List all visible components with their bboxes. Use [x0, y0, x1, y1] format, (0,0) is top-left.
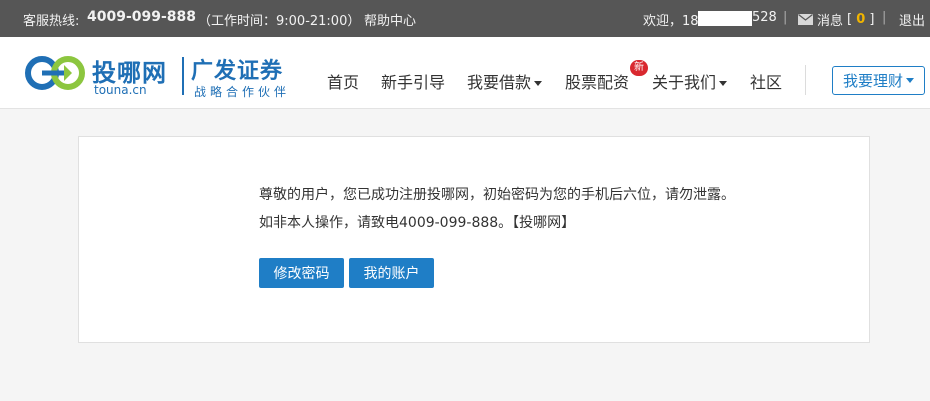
invest-button-label: 我要理财 — [842, 72, 903, 90]
separator: | — [882, 10, 887, 25]
nav-item-about[interactable]: 关于我们 — [652, 69, 728, 93]
chevron-down-icon — [906, 78, 914, 83]
site-logo[interactable]: 投哪网 touna.cn 广发证券 战略合作伙伴 — [24, 53, 296, 99]
service-hours: （工作时间：9:00-21:00） — [198, 14, 361, 29]
messages-link[interactable]: 消息 [ 0 ] — [798, 10, 875, 29]
nav-item-beginner-guide[interactable]: 新手引导 — [381, 69, 445, 93]
logout-link[interactable]: 退出 — [899, 10, 925, 29]
logo-mark-icon — [25, 56, 85, 90]
hotline-number: 4009-099-888 — [87, 9, 197, 25]
chevron-down-icon — [719, 81, 728, 86]
top-bar: 客服热线: 4009-099-888 （工作时间：9:00-21:00） 帮助中… — [0, 0, 930, 37]
change-password-button[interactable]: 修改密码 — [259, 258, 344, 288]
nav-item-home[interactable]: 首页 — [327, 69, 359, 93]
partner-subtitle: 战略合作伙伴 — [194, 85, 291, 99]
messages-label: 消息 — [817, 14, 844, 29]
messages-count: 0 — [856, 12, 866, 27]
success-message: 尊敬的用户，您已成功注册投哪网，初始密码为您的手机后六位，请勿泄露。 — [259, 187, 735, 203]
nav-item-borrow[interactable]: 我要借款 — [467, 69, 543, 93]
invest-button[interactable]: 我要理财 — [832, 66, 925, 95]
my-account-button[interactable]: 我的账户 — [349, 258, 434, 288]
masked-phone — [698, 11, 752, 26]
nav-divider — [805, 65, 806, 95]
contact-message: 如非本人操作，请致电4009-099-888。【投哪网】 — [259, 215, 576, 231]
main-header: 投哪网 touna.cn 广发证券 战略合作伙伴 首页 新手引导 我要借款 股票… — [0, 37, 930, 109]
welcome-prefix: 欢迎，18 — [643, 14, 699, 29]
nav-item-stock-margin[interactable]: 股票配资 — [565, 69, 629, 93]
chevron-down-icon — [534, 81, 543, 86]
mail-icon — [798, 14, 813, 25]
welcome-suffix: 528 — [752, 10, 777, 25]
partner-name: 广发证券 — [191, 59, 284, 84]
logo-divider — [182, 57, 184, 95]
welcome-text: 欢迎，18 — [643, 10, 699, 29]
nav-item-community[interactable]: 社区 — [750, 69, 782, 93]
help-center-link[interactable]: 帮助中心 — [364, 10, 416, 29]
separator: | — [783, 10, 788, 25]
new-badge: 新 — [630, 60, 648, 76]
logo-domain: touna.cn — [94, 83, 147, 97]
hotline-label: 客服热线: — [23, 14, 80, 29]
registration-success-card: 尊敬的用户，您已成功注册投哪网，初始密码为您的手机后六位，请勿泄露。 如非本人操… — [78, 136, 870, 343]
